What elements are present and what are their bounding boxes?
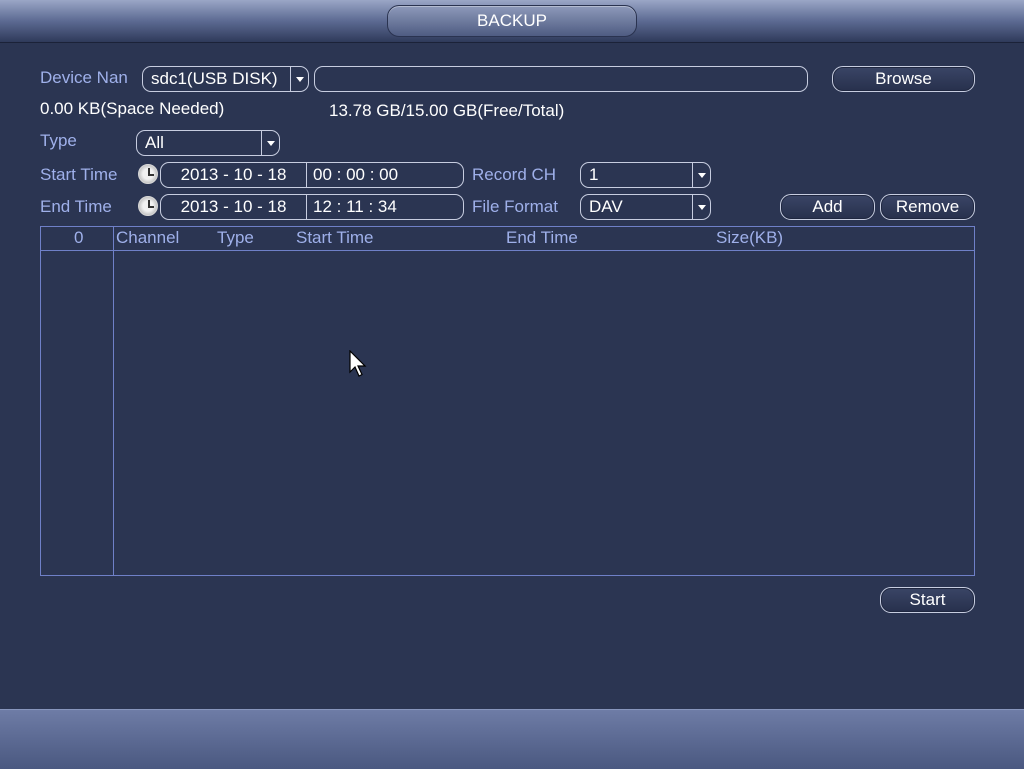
column-header-size: Size(KB) [716,228,784,247]
device-name-label: Device Nan [40,68,128,87]
end-time-label: End Time [40,197,112,216]
clock-icon[interactable] [138,196,158,216]
file-format-select[interactable]: DAV [580,194,711,220]
record-ch-value: 1 [589,165,599,184]
column-header-type: Type [217,228,254,247]
column-header-channel: Channel [116,228,180,247]
column-header-select[interactable]: 0 [74,228,83,248]
table-column-divider [113,227,114,575]
start-time-field[interactable]: 2013 - 10 - 18 00 : 00 : 00 [160,162,464,188]
title-bar: BACKUP [0,0,1024,43]
start-date-value[interactable]: 2013 - 10 - 18 [161,163,307,187]
device-select-value: sdc1(USB DISK) [151,69,278,88]
start-time-label: Start Time [40,165,118,184]
free-total-text: 13.78 GB/15.00 GB(Free/Total) [329,101,565,120]
chevron-down-icon[interactable] [692,195,710,219]
type-label: Type [40,131,77,150]
table-header: 0 Channel Type Start Time End Time Size(… [41,227,974,251]
chevron-down-icon[interactable] [261,131,279,155]
end-time-value[interactable]: 12 : 11 : 34 [307,197,463,217]
space-needed-text: 0.00 KB(Space Needed) [40,99,225,118]
start-time-value[interactable]: 00 : 00 : 00 [307,165,463,185]
clock-icon[interactable] [138,164,158,184]
device-path-field[interactable] [314,66,808,92]
type-select-value: All [145,133,164,152]
chevron-down-icon[interactable] [692,163,710,187]
add-button[interactable]: Add [780,194,875,220]
end-time-field[interactable]: 2013 - 10 - 18 12 : 11 : 34 [160,194,464,220]
file-format-value: DAV [589,197,623,216]
remove-button[interactable]: Remove [880,194,975,220]
backup-file-table[interactable]: 0 Channel Type Start Time End Time Size(… [40,226,975,576]
record-ch-label: Record CH [472,165,557,184]
column-header-end-time: End Time [506,228,578,247]
mouse-pointer-icon [349,350,367,377]
window-title: BACKUP [387,5,637,37]
browse-button[interactable]: Browse [832,66,975,92]
bottom-bar [0,709,1024,769]
record-ch-select[interactable]: 1 [580,162,711,188]
type-select[interactable]: All [136,130,280,156]
start-button[interactable]: Start [880,587,975,613]
file-format-label: File Format [472,197,558,216]
column-header-start-time: Start Time [296,228,374,247]
end-date-value[interactable]: 2013 - 10 - 18 [161,195,307,219]
device-select[interactable]: sdc1(USB DISK) [142,66,309,92]
chevron-down-icon[interactable] [290,67,308,91]
